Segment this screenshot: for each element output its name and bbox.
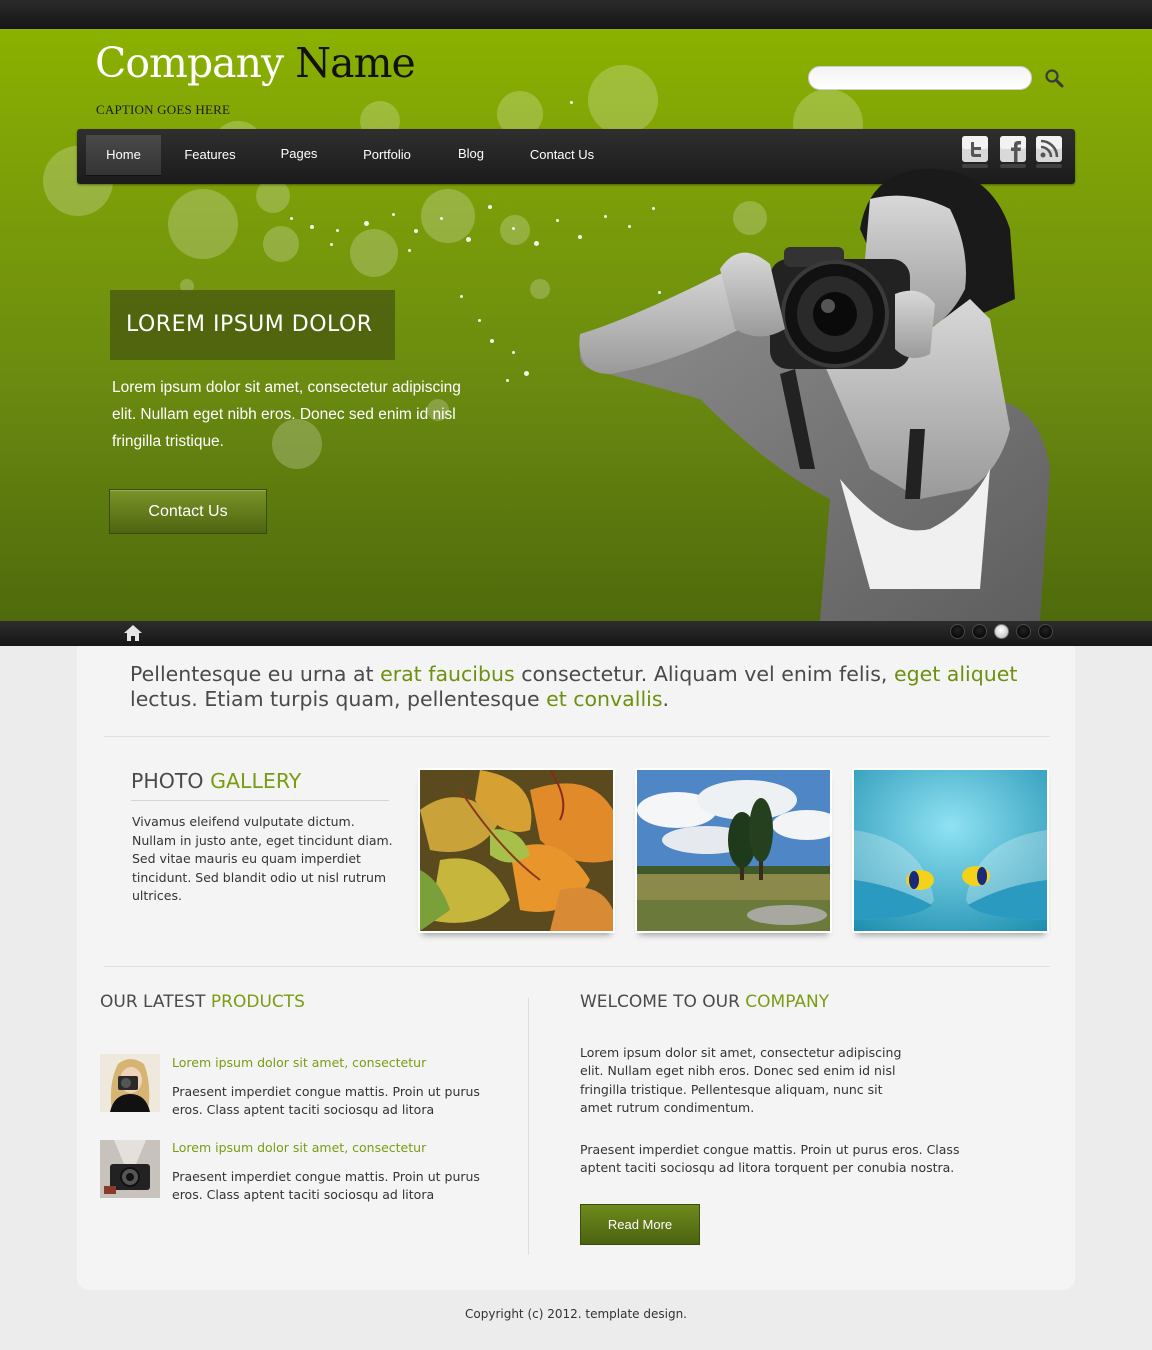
search-icon[interactable] (1044, 68, 1066, 90)
column-divider (528, 998, 529, 1255)
intro-text: Pellentesque eu urna at erat faucibus co… (130, 662, 1030, 712)
product-link[interactable]: Lorem ipsum dolor sit amet, consectetur (172, 1140, 426, 1155)
products-title-highlight: PRODUCTS (210, 992, 305, 1012)
brand-name-part1: Company (95, 39, 284, 87)
brand-logo[interactable]: Company Name (95, 43, 416, 84)
intro-text-part: consectetur. Aliquam vel enim felis, (514, 662, 894, 686)
intro-text-part: Pellentesque eu urna at (130, 662, 381, 686)
search-input[interactable] (808, 66, 1032, 90)
gallery-photo-fish[interactable] (852, 768, 1049, 933)
intro-text-part: . (662, 687, 670, 711)
hero-banner: Company Name CAPTION GOES HERE Home Feat… (0, 29, 1152, 621)
divider (104, 966, 1050, 967)
gallery-title-underline (131, 800, 389, 801)
gallery-title-highlight: GALLERY (210, 769, 302, 793)
twitter-icon[interactable] (962, 136, 988, 168)
gallery-photo-landscape[interactable] (635, 768, 832, 933)
nav-home[interactable]: Home (86, 135, 161, 176)
slider-dot-1[interactable] (950, 624, 965, 639)
intro-text-part: lectus. Etiam turpis quam, pellentesque (130, 687, 547, 711)
facebook-icon[interactable] (1000, 136, 1026, 168)
gallery-photo-leaves[interactable] (418, 768, 615, 933)
intro-highlight: erat faucibus (380, 662, 515, 686)
photographer-image (570, 169, 1090, 621)
welcome-paragraph: Lorem ipsum dolor sit amet, consectetur … (580, 1045, 902, 1115)
slider-dot-5[interactable] (1038, 624, 1053, 639)
slider-dot-2[interactable] (972, 624, 987, 639)
product-thumbnail[interactable] (100, 1054, 160, 1112)
slider-dot-4[interactable] (1016, 624, 1031, 639)
nav-blog[interactable]: Blog (446, 134, 496, 174)
products-title: OUR LATEST PRODUCTS (100, 992, 305, 1012)
slider-dot-3-active[interactable] (994, 624, 1009, 639)
hero-title-box: LOREM IPSUM DOLOR (110, 290, 395, 360)
hero-title: LOREM IPSUM DOLOR (126, 312, 373, 337)
product-link[interactable]: Lorem ipsum dolor sit amet, consectetur (172, 1055, 426, 1070)
welcome-title: WELCOME TO OUR COMPANY (580, 992, 829, 1012)
brand-caption: CAPTION GOES HERE (96, 102, 231, 117)
intro-highlight: eget aliquet (893, 662, 1018, 686)
product-description: Praesent imperdiet congue mattis. Proin … (172, 1169, 480, 1202)
gallery-title: PHOTO GALLERY (131, 769, 301, 793)
welcome-paragraph: Praesent imperdiet congue mattis. Proin … (580, 1142, 960, 1176)
gallery-title-plain: PHOTO (131, 769, 204, 793)
nav-pages[interactable]: Pages (269, 134, 329, 174)
nav-portfolio[interactable]: Portfolio (354, 135, 420, 175)
welcome-title-plain: WELCOME TO OUR (580, 992, 740, 1012)
intro-highlight: et convallis (546, 687, 663, 711)
read-more-button[interactable]: Read More (580, 1204, 700, 1245)
products-title-plain: OUR LATEST (100, 992, 206, 1012)
product-description: Praesent imperdiet congue mattis. Proin … (172, 1084, 480, 1117)
gallery-text: Vivamus eleifend vulputate dictum. Nulla… (132, 814, 393, 903)
top-bar (0, 0, 1152, 29)
brand-name-part2: Name (295, 39, 415, 87)
hero-contact-button[interactable]: Contact Us (109, 489, 267, 534)
rss-icon[interactable] (1036, 136, 1062, 168)
product-thumbnail[interactable] (100, 1140, 160, 1198)
divider (104, 736, 1050, 737)
nav-features[interactable]: Features (174, 135, 246, 175)
hero-text: Lorem ipsum dolor sit amet, consectetur … (112, 379, 461, 450)
footer-copyright: Copyright (c) 2012. template design. (465, 1307, 687, 1321)
welcome-title-highlight: COMPANY (745, 992, 830, 1012)
home-icon[interactable] (123, 624, 143, 646)
slider-bar (0, 621, 1152, 646)
